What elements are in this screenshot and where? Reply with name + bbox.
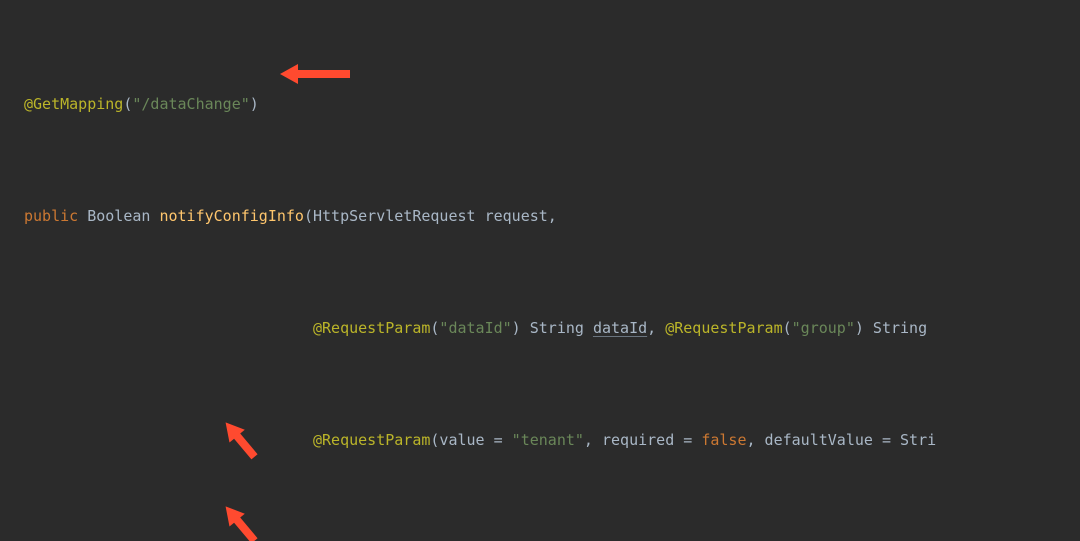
annotation-arrow-3 — [222, 448, 282, 541]
code-line-1: @GetMapping("/dataChange") — [24, 90, 1080, 118]
code-line-3: @RequestParam("dataId") String dataId, @… — [24, 314, 1080, 342]
code-editor[interactable]: @GetMapping("/dataChange") public Boolea… — [0, 0, 1080, 541]
code-line-2: public Boolean notifyConfigInfo(HttpServ… — [24, 202, 1080, 230]
code-line-4: @RequestParam(value = "tenant", required… — [24, 426, 1080, 454]
string-literal: "/dataChange" — [132, 95, 249, 113]
annotation: @GetMapping — [24, 95, 123, 113]
annotation-arrow-1 — [280, 6, 350, 142]
method-name: notifyConfigInfo — [159, 207, 304, 225]
